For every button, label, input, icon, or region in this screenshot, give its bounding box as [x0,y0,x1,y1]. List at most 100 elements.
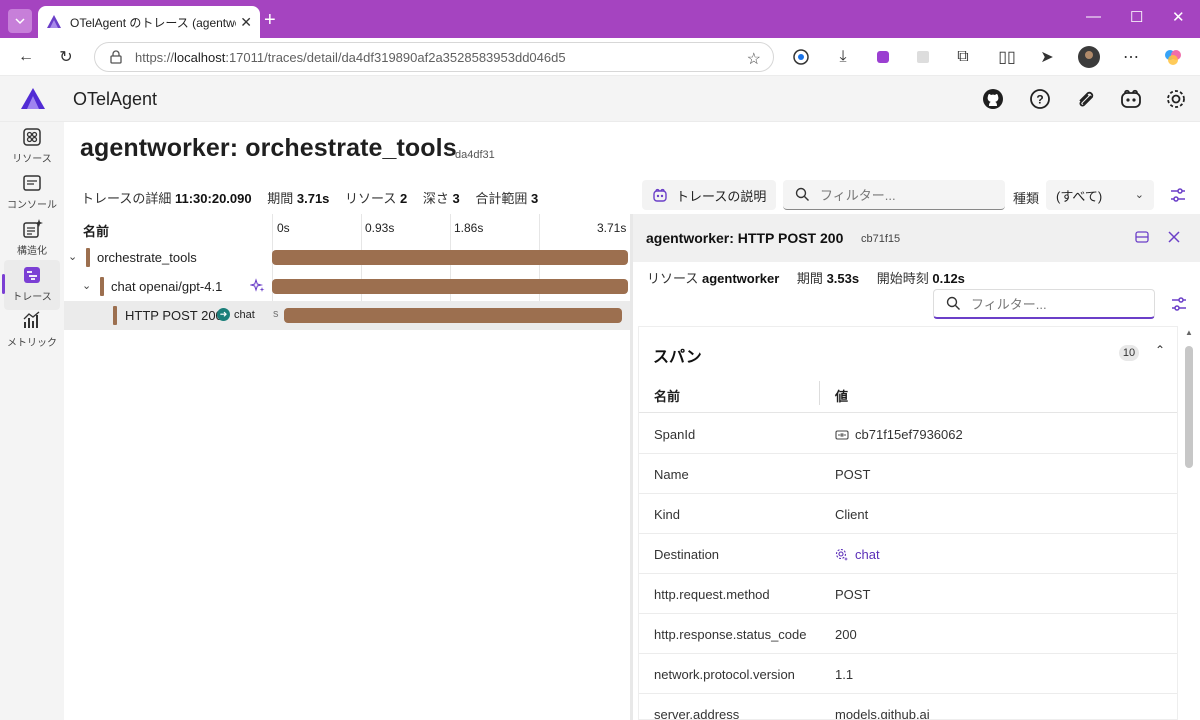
nav-item-resources[interactable]: リソース [4,122,60,172]
span-color-swatch [100,277,104,296]
nav-item-metrics[interactable]: メトリック [4,306,60,356]
more-options-icon[interactable]: ⋯ [1120,46,1142,68]
span-color-swatch [86,248,90,267]
refresh-button[interactable]: ↻ [55,46,77,68]
attribute-name: Destination [654,547,720,562]
tab-title: OTelAgent のトレース (agentworker: or... [70,15,236,30]
gear-icon [835,548,848,561]
favorite-star-icon[interactable]: ☆ [747,49,761,69]
timeline-tick: 1.86s [454,221,484,235]
back-button[interactable]: ← [15,46,37,68]
attribute-name: network.protocol.version [654,667,795,682]
attribute-name: http.request.method [654,587,770,602]
explain-trace-label: トレースの説明 [676,188,767,204]
download-icon[interactable]: ⤓ [832,46,854,68]
chevron-down-icon: ⌄ [1134,189,1144,201]
page-title: agentworker: orchestrate_tools [80,134,457,162]
paperclip-icon[interactable] [1074,87,1098,111]
aspire-logo-icon[interactable] [20,86,46,112]
close-window-button[interactable]: ✕ [1172,8,1185,26]
attribute-row[interactable]: Destination chat [639,534,1177,574]
span-duration-bar[interactable] [272,279,628,294]
left-navigation: リソース コンソール 構造化 トレース メトリック [0,122,64,720]
profile-avatar[interactable] [1078,46,1100,68]
nav-item-structured[interactable]: 構造化 [4,214,60,264]
share-icon[interactable]: ➤ [1036,46,1058,68]
filter-placeholder: フィルター... [971,297,1047,312]
collapse-chevron-icon[interactable]: ⌄ [68,250,77,263]
span-filter-input[interactable]: フィルター... [933,289,1155,319]
settings-gear-icon[interactable] [1164,87,1188,111]
attribute-value: models.github.ai [835,707,930,720]
grid-value-column-header: 値 [835,389,849,404]
span-row-selected[interactable]: HTTP POST 200 ➜ chat s [64,301,630,330]
filter-settings-icon[interactable] [1169,294,1189,314]
maximize-button[interactable]: ☐ [1130,8,1143,26]
nav-item-console[interactable]: コンソール [4,168,60,218]
chevron-down-icon [15,18,25,25]
copilot-icon[interactable] [1162,46,1184,68]
tab-close-icon[interactable]: ✕ [240,14,252,31]
span-detail-summary: リソース agentworker 期間 3.53s 開始時刻 0.12s [647,271,965,286]
toggle-orientation-icon[interactable] [1134,229,1150,245]
nav-label: メトリック [7,338,57,349]
nav-item-traces[interactable]: トレース [2,260,60,310]
copilot-agent-icon [653,188,667,202]
attribute-row[interactable]: http.response.status_code 200 [639,614,1177,654]
attribute-row[interactable]: network.protocol.version 1.1 [639,654,1177,694]
span-detail-panel: agentworker: HTTP POST 200 cb71f15 リソース … [630,214,1200,720]
scroll-up-arrow-icon[interactable]: ▲ [1185,328,1193,337]
extension-grey-icon[interactable] [912,46,934,68]
help-icon[interactable]: ? [1028,87,1052,111]
attribute-row[interactable]: Kind Client [639,494,1177,534]
copilot-agent-icon[interactable] [1119,87,1143,111]
timeline-tick: 0s [277,221,290,235]
attribute-row[interactable]: Name POST [639,454,1177,494]
attribute-name: server.address [654,707,740,720]
split-screen-icon[interactable]: ▯▯ [996,46,1018,68]
attribute-row[interactable]: SpanId cb71f15ef7936062 [639,414,1177,454]
attribute-row[interactable]: server.address models.github.ai [639,694,1177,720]
explain-trace-button[interactable]: トレースの説明 [642,180,776,210]
chevron-up-icon[interactable]: ⌃ [1155,343,1165,357]
trace-filter-input[interactable]: フィルター... [783,180,1005,210]
search-icon [946,296,960,310]
detail-scrollbar[interactable]: ▲ [1185,328,1193,720]
column-resize-handle[interactable] [819,381,820,405]
kind-select[interactable]: (すべて) ⌄ [1046,180,1154,210]
destination-link[interactable]: chat [835,547,880,562]
github-icon[interactable] [981,87,1005,111]
span-duration-bar[interactable] [283,308,623,323]
url-text: https://localhost:17011/traces/detail/da… [135,49,566,65]
span-row[interactable]: ⌄ chat openai/gpt-4.1 [64,272,630,301]
tab-actions-menu-button[interactable] [8,9,32,33]
filter-placeholder: フィルター... [820,188,896,203]
span-row[interactable]: ⌄ orchestrate_tools [64,243,630,272]
address-bar[interactable]: https://localhost:17011/traces/detail/da… [94,42,774,72]
scrollbar-thumb[interactable] [1185,346,1193,468]
span-duration-bar[interactable] [272,250,628,265]
span-destination[interactable]: ➜ chat [217,308,255,321]
span-detail-header: agentworker: HTTP POST 200 cb71f15 [633,214,1200,262]
tracking-prevention-icon[interactable] [790,46,812,68]
kind-selected-value: (すべて) [1056,188,1103,204]
attribute-name: SpanId [654,427,696,442]
new-tab-button[interactable]: + [264,10,276,30]
waterfall-name-column-header: 名前 [83,224,110,239]
lock-icon [110,50,122,64]
genai-sparkle-icon[interactable] [250,278,266,294]
extensions-puzzle-icon[interactable]: ⧉ [952,46,974,68]
minimize-button[interactable]: — [1086,8,1101,25]
filter-settings-icon[interactable] [1168,185,1188,205]
grid-name-column-header: 名前 [654,389,681,404]
span-name: HTTP POST 200 [125,308,223,323]
attribute-name: Kind [654,507,681,522]
close-icon[interactable] [1166,229,1182,245]
extension-purple-icon[interactable] [872,46,894,68]
attribute-row[interactable]: http.request.method POST [639,574,1177,614]
collapse-chevron-icon[interactable]: ⌄ [82,279,91,292]
trace-summary: トレースの詳細 11:30:20.090 期間 3.71s リソース 2 深さ … [81,191,539,206]
browser-tab[interactable]: OTelAgent のトレース (agentworker: or... ✕ [38,6,260,38]
span-color-swatch [113,306,117,325]
structured-icon [23,219,43,238]
